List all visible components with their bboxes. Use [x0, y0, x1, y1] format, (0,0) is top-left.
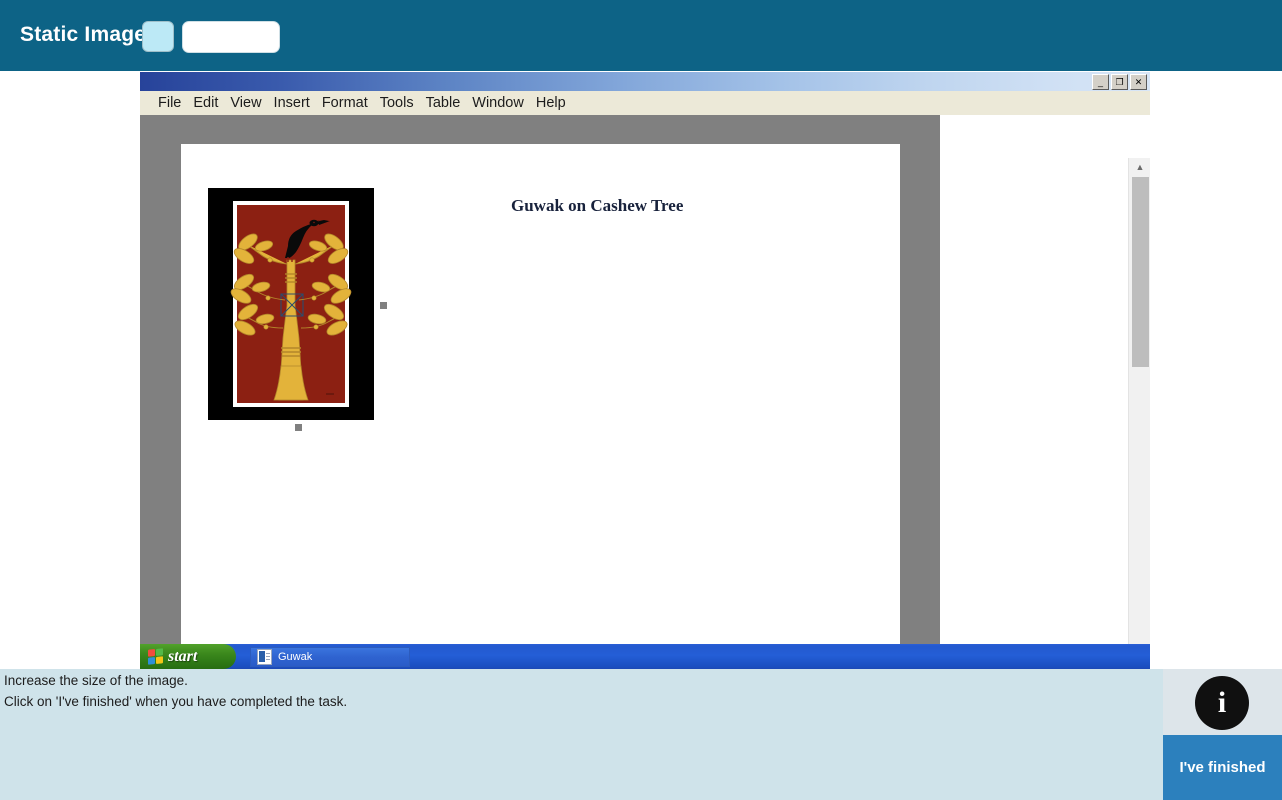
document-image-container[interactable]: [208, 188, 387, 431]
menu-item-file[interactable]: File: [152, 93, 187, 113]
scroll-up-arrow-icon[interactable]: ▲: [1129, 158, 1150, 175]
instruction-pane: [0, 669, 1282, 800]
menu-bar: File Edit View Insert Format Tools Table…: [140, 91, 1150, 115]
selection-handle-bottom-center[interactable]: [295, 424, 302, 431]
finish-button[interactable]: I've finished: [1163, 735, 1282, 800]
document-heading: Guwak on Cashew Tree: [511, 196, 684, 215]
window-controls: _ ❐ ✕: [1092, 74, 1147, 90]
windows-flag-icon: [148, 648, 163, 665]
menu-item-tools[interactable]: Tools: [374, 93, 420, 113]
close-button[interactable]: ✕: [1130, 74, 1147, 90]
instruction-line-1: Increase the size of the image.: [4, 673, 188, 688]
menu-item-format[interactable]: Format: [316, 93, 374, 113]
info-icon[interactable]: i: [1195, 676, 1249, 730]
document-page[interactable]: Guwak on Cashew Tree: [181, 144, 900, 644]
menu-item-help[interactable]: Help: [530, 93, 572, 113]
header-slot-blue[interactable]: [142, 21, 174, 52]
screen-root: Static Image _ ❐ ✕ File Edit View Insert…: [0, 0, 1282, 800]
window-title-bar[interactable]: _ ❐ ✕: [140, 72, 1150, 91]
menu-item-edit[interactable]: Edit: [187, 93, 224, 113]
menu-item-window[interactable]: Window: [466, 93, 530, 113]
menu-item-view[interactable]: View: [224, 93, 267, 113]
start-button-label: start: [168, 647, 198, 665]
guwak-cashew-tree-image[interactable]: [208, 188, 374, 420]
start-button[interactable]: start: [140, 644, 236, 669]
menu-item-table[interactable]: Table: [420, 93, 467, 113]
word-processor-window: _ ❐ ✕ File Edit View Insert Format Tools…: [140, 72, 1150, 669]
instruction-line-2: Click on 'I've finished' when you have c…: [4, 694, 348, 709]
menu-item-insert[interactable]: Insert: [268, 93, 316, 113]
taskbar: start Guwak: [140, 644, 1150, 669]
scrollbar-thumb[interactable]: [1132, 177, 1149, 367]
minimize-button[interactable]: _: [1092, 74, 1109, 90]
document-workspace: Guwak on Cashew Tree ▲: [140, 115, 1150, 644]
vertical-scrollbar[interactable]: ▲ ▼: [1128, 158, 1150, 644]
taskbar-item-label: Guwak: [278, 650, 313, 663]
taskbar-item-guwak[interactable]: Guwak: [250, 646, 410, 667]
restore-button[interactable]: ❐: [1111, 74, 1128, 90]
app-header: Static Image: [0, 0, 1282, 71]
page-title: Static Image: [20, 23, 147, 46]
word-document-icon: [257, 648, 272, 665]
header-slot-white[interactable]: [182, 21, 280, 53]
selection-handle-middle-right[interactable]: [380, 302, 387, 309]
